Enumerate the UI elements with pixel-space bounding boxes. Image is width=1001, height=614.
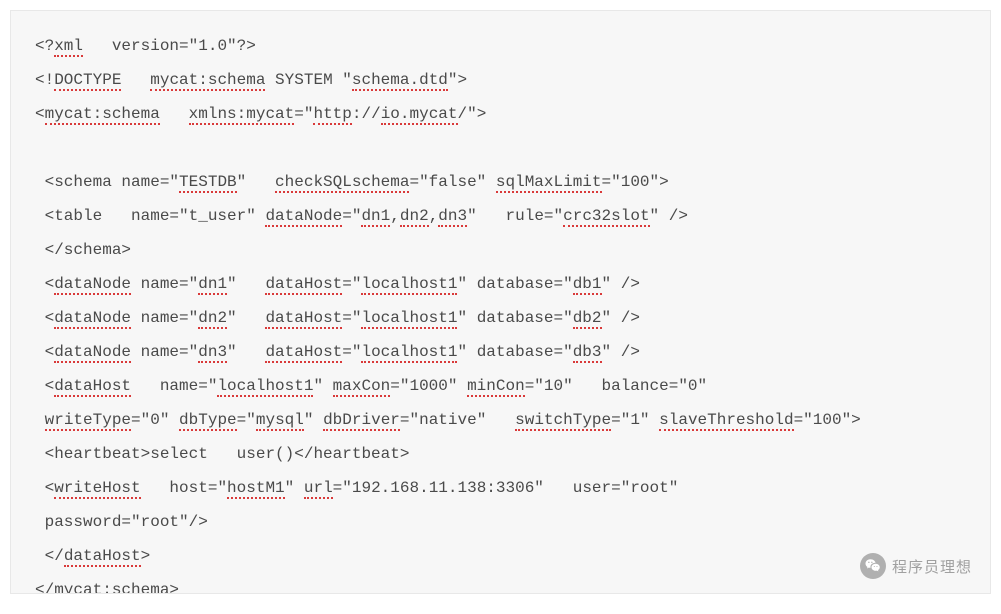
code-line: <!DOCTYPE mycat:schema SYSTEM "schema.dt… (35, 63, 966, 97)
code-content: <?xml version="1.0"?><!DOCTYPE mycat:sch… (35, 29, 966, 594)
code-line: <dataNode name="dn2" dataHost="localhost… (35, 301, 966, 335)
code-line: <mycat:schema xmlns:mycat="http://io.myc… (35, 97, 966, 131)
watermark-text: 程序员理想 (892, 556, 972, 577)
code-line: <?xml version="1.0"?> (35, 29, 966, 63)
code-line: <heartbeat>select user()</heartbeat> (35, 437, 966, 471)
code-line: <dataNode name="dn1" dataHost="localhost… (35, 267, 966, 301)
code-line: </mycat:schema> (35, 573, 966, 594)
code-line: <writeHost host="hostM1" url="192.168.11… (35, 471, 966, 505)
code-line: </dataHost> (35, 539, 966, 573)
code-line: <schema name="TESTDB" checkSQLschema="fa… (35, 165, 966, 199)
code-line: writeType="0" dbType="mysql" dbDriver="n… (35, 403, 966, 437)
code-line: <dataNode name="dn3" dataHost="localhost… (35, 335, 966, 369)
code-line: password="root"/> (35, 505, 966, 539)
code-line (35, 131, 966, 165)
code-line: </schema> (35, 233, 966, 267)
wechat-icon (860, 553, 886, 579)
watermark: 程序员理想 (860, 553, 972, 579)
code-line: <table name="t_user" dataNode="dn1,dn2,d… (35, 199, 966, 233)
code-line: <dataHost name="localhost1" maxCon="1000… (35, 369, 966, 403)
code-block: <?xml version="1.0"?><!DOCTYPE mycat:sch… (10, 10, 991, 594)
